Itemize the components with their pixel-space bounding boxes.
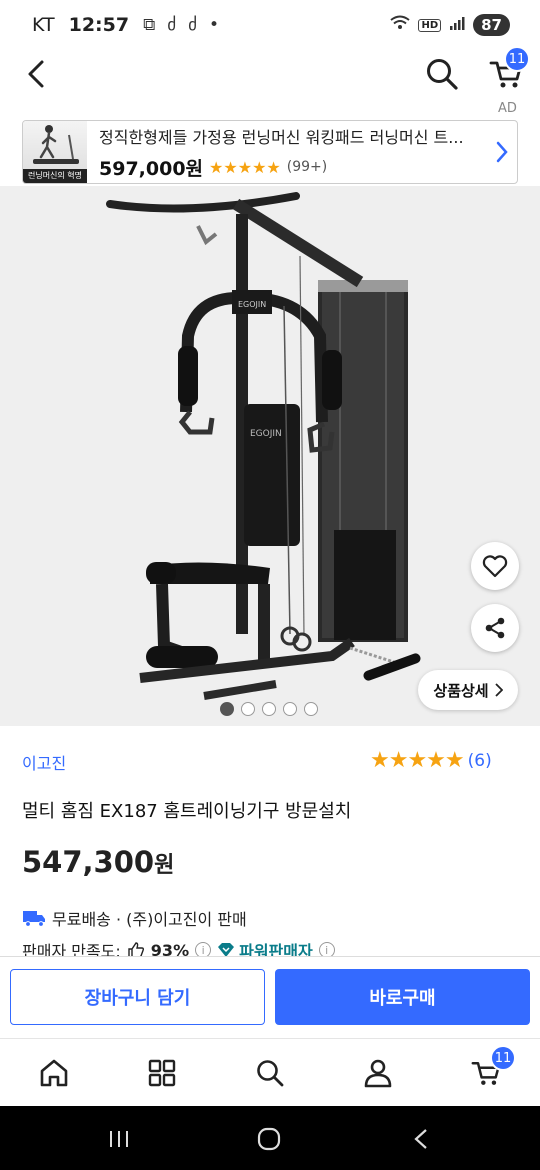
system-back-button[interactable] — [406, 1124, 436, 1154]
pagination-dot[interactable] — [304, 702, 318, 716]
rating-stars: ★★★★★ — [370, 748, 465, 773]
review-count: (6) — [467, 750, 492, 771]
ad-thumbnail: 런닝머신의 혁명 — [23, 121, 87, 183]
search-button[interactable] — [420, 52, 464, 96]
user-icon — [364, 1059, 392, 1088]
chevron-right-icon — [494, 683, 503, 697]
wishlist-button[interactable] — [471, 542, 519, 590]
price-unit: 원 — [154, 853, 175, 878]
price-number: 547,300 — [22, 845, 155, 879]
home-system-button[interactable] — [254, 1124, 284, 1154]
bottom-navigation: 11 — [0, 1038, 540, 1106]
nav-cart[interactable]: 11 — [466, 1045, 516, 1093]
back-arrow-icon — [414, 1129, 427, 1149]
ad-arrow[interactable] — [487, 140, 517, 164]
ad-price: 597,000원 — [99, 157, 204, 180]
share-icon — [485, 617, 505, 639]
hd-icon: HD — [418, 18, 442, 32]
truck-icon — [23, 911, 45, 927]
search-icon — [427, 59, 458, 90]
shipping-text: 무료배송 · (주)이고진이 판매 — [52, 910, 247, 929]
shipping-info: 무료배송 · (주)이고진이 판매 — [22, 906, 247, 930]
recent-apps-button[interactable] — [104, 1124, 134, 1154]
battery-indicator: 87 — [473, 14, 510, 36]
nav-cart-badge: 11 — [490, 1045, 516, 1071]
product-photo: EGOJIN EGOJIN — [106, 192, 421, 700]
product-image-gallery[interactable]: EGOJIN EGOJIN 상품상세 — [0, 186, 540, 726]
chevron-right-icon — [496, 141, 508, 163]
pagination-dot[interactable] — [220, 702, 234, 716]
recent-apps-icon — [110, 1131, 128, 1147]
status-bar: KT 12:57 ⧉ ძ ძ • HD 87 — [0, 0, 540, 50]
cart-count-badge: 11 — [504, 46, 530, 72]
chevron-left-icon — [28, 60, 44, 88]
nav-home[interactable] — [34, 1053, 74, 1093]
dot-icon: • — [209, 15, 220, 35]
system-navigation-bar — [0, 1106, 540, 1170]
home-circle-icon — [257, 1127, 281, 1151]
search-icon — [257, 1060, 284, 1087]
ad-banner[interactable]: 런닝머신의 혁명 정직한형제들 가정용 런닝머신 워킹패드 러닝머신 트... … — [22, 120, 518, 184]
pagination-dot[interactable] — [241, 702, 255, 716]
nav-my-page[interactable] — [358, 1053, 398, 1093]
status-time: 12:57 — [68, 14, 130, 36]
purchase-bar: 장바구니 담기 바로구매 — [0, 956, 540, 1038]
back-button[interactable] — [16, 54, 56, 94]
cart-button[interactable]: 11 — [484, 46, 530, 96]
gallery-pagination — [220, 702, 318, 716]
machine-logo-back: EGOJIN — [250, 429, 282, 439]
product-title: 멀티 홈짐 EX187 홈트레이닝기구 방문설치 — [22, 801, 352, 822]
add-to-cart-button[interactable]: 장바구니 담기 — [10, 969, 265, 1025]
product-rating[interactable]: ★★★★★ (6) — [370, 748, 492, 773]
heart-icon — [482, 555, 508, 578]
home-icon — [40, 1059, 68, 1087]
grid-icon — [148, 1059, 176, 1087]
nav-categories[interactable] — [142, 1053, 182, 1093]
ad-rating-stars: ★★★★★ — [209, 157, 281, 177]
ad-review-count: (99+) — [286, 159, 328, 175]
carrier-label: KT — [32, 14, 55, 36]
notification-icon: ძ — [167, 15, 177, 35]
ad-label: AD — [498, 101, 517, 116]
nav-search[interactable] — [250, 1053, 290, 1093]
product-detail-button[interactable]: 상품상세 — [418, 670, 518, 710]
pagination-dot[interactable] — [262, 702, 276, 716]
brand-link[interactable]: 이고진 — [22, 750, 66, 774]
pagination-dot[interactable] — [283, 702, 297, 716]
notification-icon-2: ძ — [188, 15, 197, 35]
signal-icon — [449, 15, 465, 35]
share-button[interactable] — [471, 604, 519, 652]
product-price: 547,300원 — [22, 845, 174, 879]
machine-logo-top: EGOJIN — [238, 300, 266, 309]
ad-title: 정직한형제들 가정용 런닝머신 워킹패드 러닝머신 트... — [99, 127, 464, 147]
top-header: 11 — [0, 46, 540, 98]
buy-now-button[interactable]: 바로구매 — [275, 969, 530, 1025]
wifi-icon — [390, 15, 411, 35]
product-detail-label: 상품상세 — [433, 681, 489, 700]
screenshot-icon: ⧉ — [143, 15, 156, 35]
ad-thumb-tag: 런닝머신의 혁명 — [23, 169, 87, 183]
